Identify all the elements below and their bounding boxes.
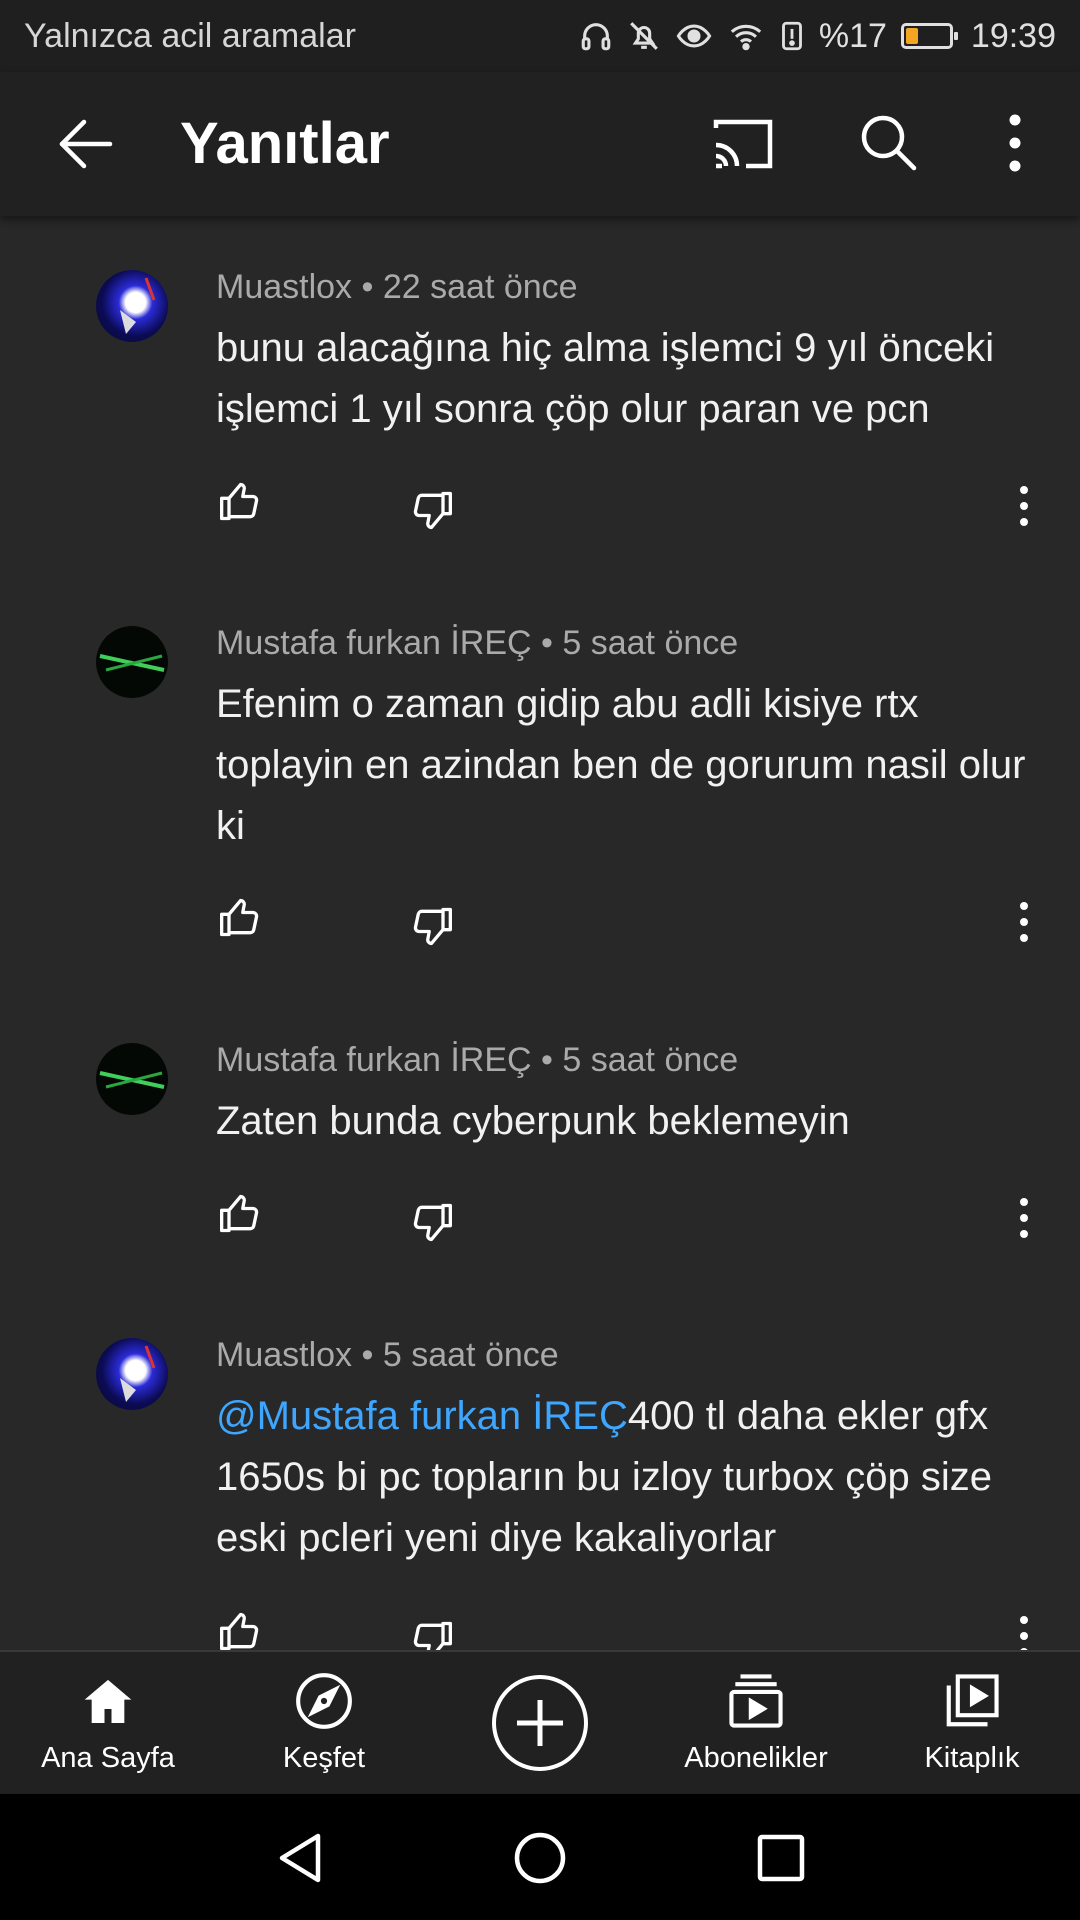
nav-create[interactable]	[432, 1652, 648, 1796]
cast-icon[interactable]	[712, 116, 774, 172]
comment-author[interactable]: Mustafa furkan İREÇ	[216, 624, 532, 662]
dislike-icon[interactable]	[410, 1200, 454, 1244]
meta-separator: •	[541, 624, 553, 662]
explore-compass-icon	[296, 1673, 352, 1729]
comment-meta: Muastlox • 22 saat önce	[216, 268, 578, 307]
like-icon[interactable]	[218, 1610, 262, 1654]
avatar[interactable]	[96, 270, 168, 342]
comment-text: Zaten bunda cyberpunk beklemeyin	[216, 1099, 850, 1143]
status-icons: %17 19:39	[579, 17, 1056, 56]
nav-explore-label: Keşfet	[282, 1742, 366, 1774]
comment-more-icon[interactable]	[1016, 900, 1032, 944]
like-icon[interactable]	[218, 480, 262, 524]
system-navigation-bar	[0, 1794, 1080, 1920]
nav-library-label: Kitaplık	[924, 1742, 1020, 1774]
comment-meta: Mustafa furkan İREÇ • 5 saat önce	[216, 624, 738, 663]
back-triangle-icon[interactable]	[274, 1830, 326, 1886]
nav-home[interactable]: Ana Sayfa	[0, 1652, 216, 1796]
back-arrow-icon[interactable]	[56, 116, 116, 172]
comment-time: 5 saat önce	[562, 1041, 739, 1079]
home-icon	[84, 1679, 132, 1723]
battery-icon	[900, 23, 958, 49]
create-plus-icon	[492, 1675, 588, 1771]
like-icon[interactable]	[218, 896, 262, 940]
comment-text: Efenim o zaman gidip abu adli kisiye rtx…	[216, 682, 1026, 848]
comment-author[interactable]: Muastlox	[216, 268, 352, 306]
mute-icon	[629, 22, 658, 50]
comment-meta: Muastlox • 5 saat önce	[216, 1336, 559, 1375]
page-title: Yanıtlar	[180, 111, 390, 176]
comment-author[interactable]: Muastlox	[216, 1336, 352, 1374]
comment-meta: Mustafa furkan İREÇ • 5 saat önce	[216, 1041, 738, 1080]
comment-more-icon[interactable]	[1016, 1196, 1032, 1240]
bottom-navigation: Ana Sayfa Keşfet Abonelikler Kitaplık	[0, 1650, 1080, 1796]
app-bar: Yanıtlar	[0, 72, 1080, 216]
comment-mention[interactable]: @Mustafa furkan İREÇ	[216, 1394, 628, 1438]
eye-icon	[676, 24, 712, 48]
avatar[interactable]	[96, 626, 168, 698]
avatar[interactable]	[96, 1338, 168, 1410]
battery-percent: %17	[818, 16, 887, 55]
comment-text: bunu alacağına hiç alma işlemci 9 yıl ön…	[216, 326, 995, 431]
comment-text: @Mustafa furkan İREÇ400 tl daha ekler gf…	[216, 1394, 992, 1560]
dislike-icon[interactable]	[410, 488, 454, 532]
comment-author[interactable]: Mustafa furkan İREÇ	[216, 1041, 532, 1079]
avatar[interactable]	[96, 1043, 168, 1115]
nav-home-label: Ana Sayfa	[41, 1742, 175, 1774]
like-icon[interactable]	[218, 1192, 262, 1236]
meta-separator: •	[361, 1336, 374, 1374]
dislike-icon[interactable]	[410, 904, 454, 948]
comment-time: 22 saat önce	[382, 268, 578, 306]
clock: 19:39	[970, 16, 1056, 55]
meta-separator: •	[361, 268, 374, 306]
recents-square-icon[interactable]	[756, 1830, 806, 1886]
nav-subscriptions-label: Abonelikler	[684, 1742, 828, 1774]
subscriptions-icon	[729, 1674, 783, 1728]
carrier-text: Yalnızca acil aramalar	[24, 16, 356, 55]
nav-explore[interactable]: Keşfet	[216, 1652, 432, 1796]
more-vert-icon[interactable]	[1000, 112, 1030, 174]
nav-subscriptions[interactable]: Abonelikler	[648, 1652, 864, 1796]
meta-separator: •	[541, 1041, 553, 1079]
comment-time: 5 saat önce	[562, 624, 739, 662]
home-circle-icon[interactable]	[512, 1830, 568, 1886]
comment-time: 5 saat önce	[382, 1336, 559, 1374]
status-bar: Yalnızca acil aramalar %17 19:39	[0, 0, 1080, 72]
alert-icon	[781, 21, 802, 51]
comment-more-icon[interactable]	[1016, 484, 1032, 528]
headphones-icon	[581, 23, 611, 51]
nav-library[interactable]: Kitaplık	[864, 1652, 1080, 1796]
wifi-icon	[730, 24, 762, 51]
search-icon[interactable]	[858, 112, 918, 172]
library-icon	[946, 1674, 999, 1727]
